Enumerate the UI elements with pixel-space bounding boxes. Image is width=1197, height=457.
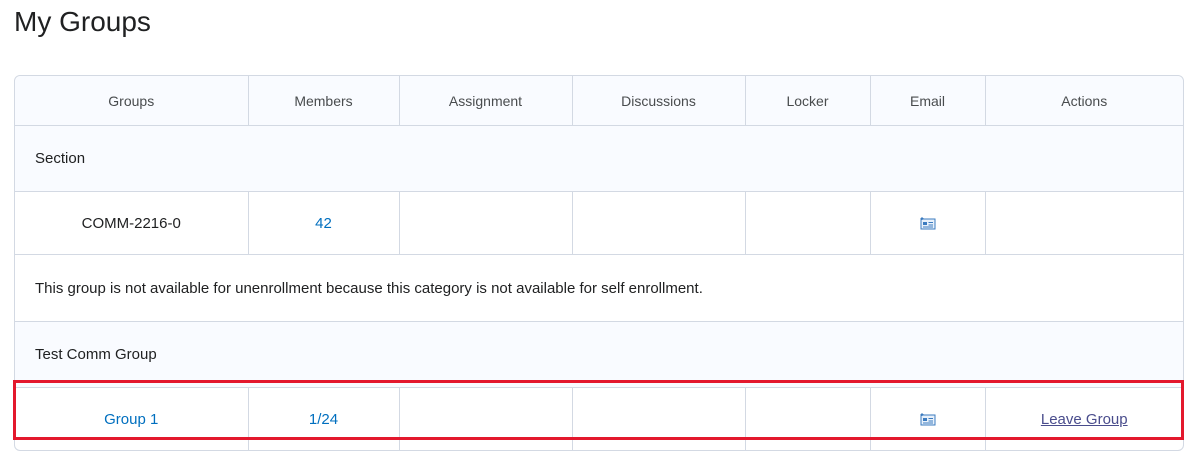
leave-group-link[interactable]: Leave Group (1041, 411, 1128, 428)
category-label: Test Comm Group (15, 321, 1183, 388)
page-title: My Groups (14, 6, 151, 37)
members-link[interactable]: 42 (315, 215, 332, 232)
locker-cell (744, 191, 871, 255)
discussions-cell (571, 191, 746, 255)
group-name: COMM-2216-0 (15, 191, 249, 255)
column-header-email: Email (869, 76, 986, 126)
members-link[interactable]: 1/24 (309, 411, 338, 428)
column-header-locker: Locker (744, 76, 871, 126)
unenrollment-note: This group is not available for unenroll… (15, 254, 1183, 322)
unenrollment-note-row: This group is not available for unenroll… (15, 254, 1183, 322)
locker-cell (744, 387, 871, 450)
column-header-discussions: Discussions (571, 76, 746, 126)
column-header-groups: Groups (15, 76, 249, 126)
actions-cell (984, 191, 1183, 255)
table-row: COMM-2216-0 42 (15, 191, 1183, 255)
category-label: Section (15, 125, 1183, 192)
category-row-test-comm-group: Test Comm Group (15, 321, 1183, 388)
email-icon[interactable] (920, 413, 936, 426)
category-row-section: Section (15, 125, 1183, 192)
column-header-assignment: Assignment (398, 76, 573, 126)
assignment-cell (398, 191, 573, 255)
discussions-cell (571, 387, 746, 450)
assignment-cell (398, 387, 573, 450)
email-icon[interactable] (920, 217, 936, 230)
column-header-actions: Actions (984, 76, 1183, 126)
table-row: Group 1 1/24 Leave Group (15, 387, 1183, 450)
table-header-row: Groups Members Assignment Discussions Lo… (15, 76, 1183, 126)
groups-table: Groups Members Assignment Discussions Lo… (14, 75, 1184, 451)
column-header-members: Members (247, 76, 400, 126)
group-link[interactable]: Group 1 (104, 411, 158, 428)
